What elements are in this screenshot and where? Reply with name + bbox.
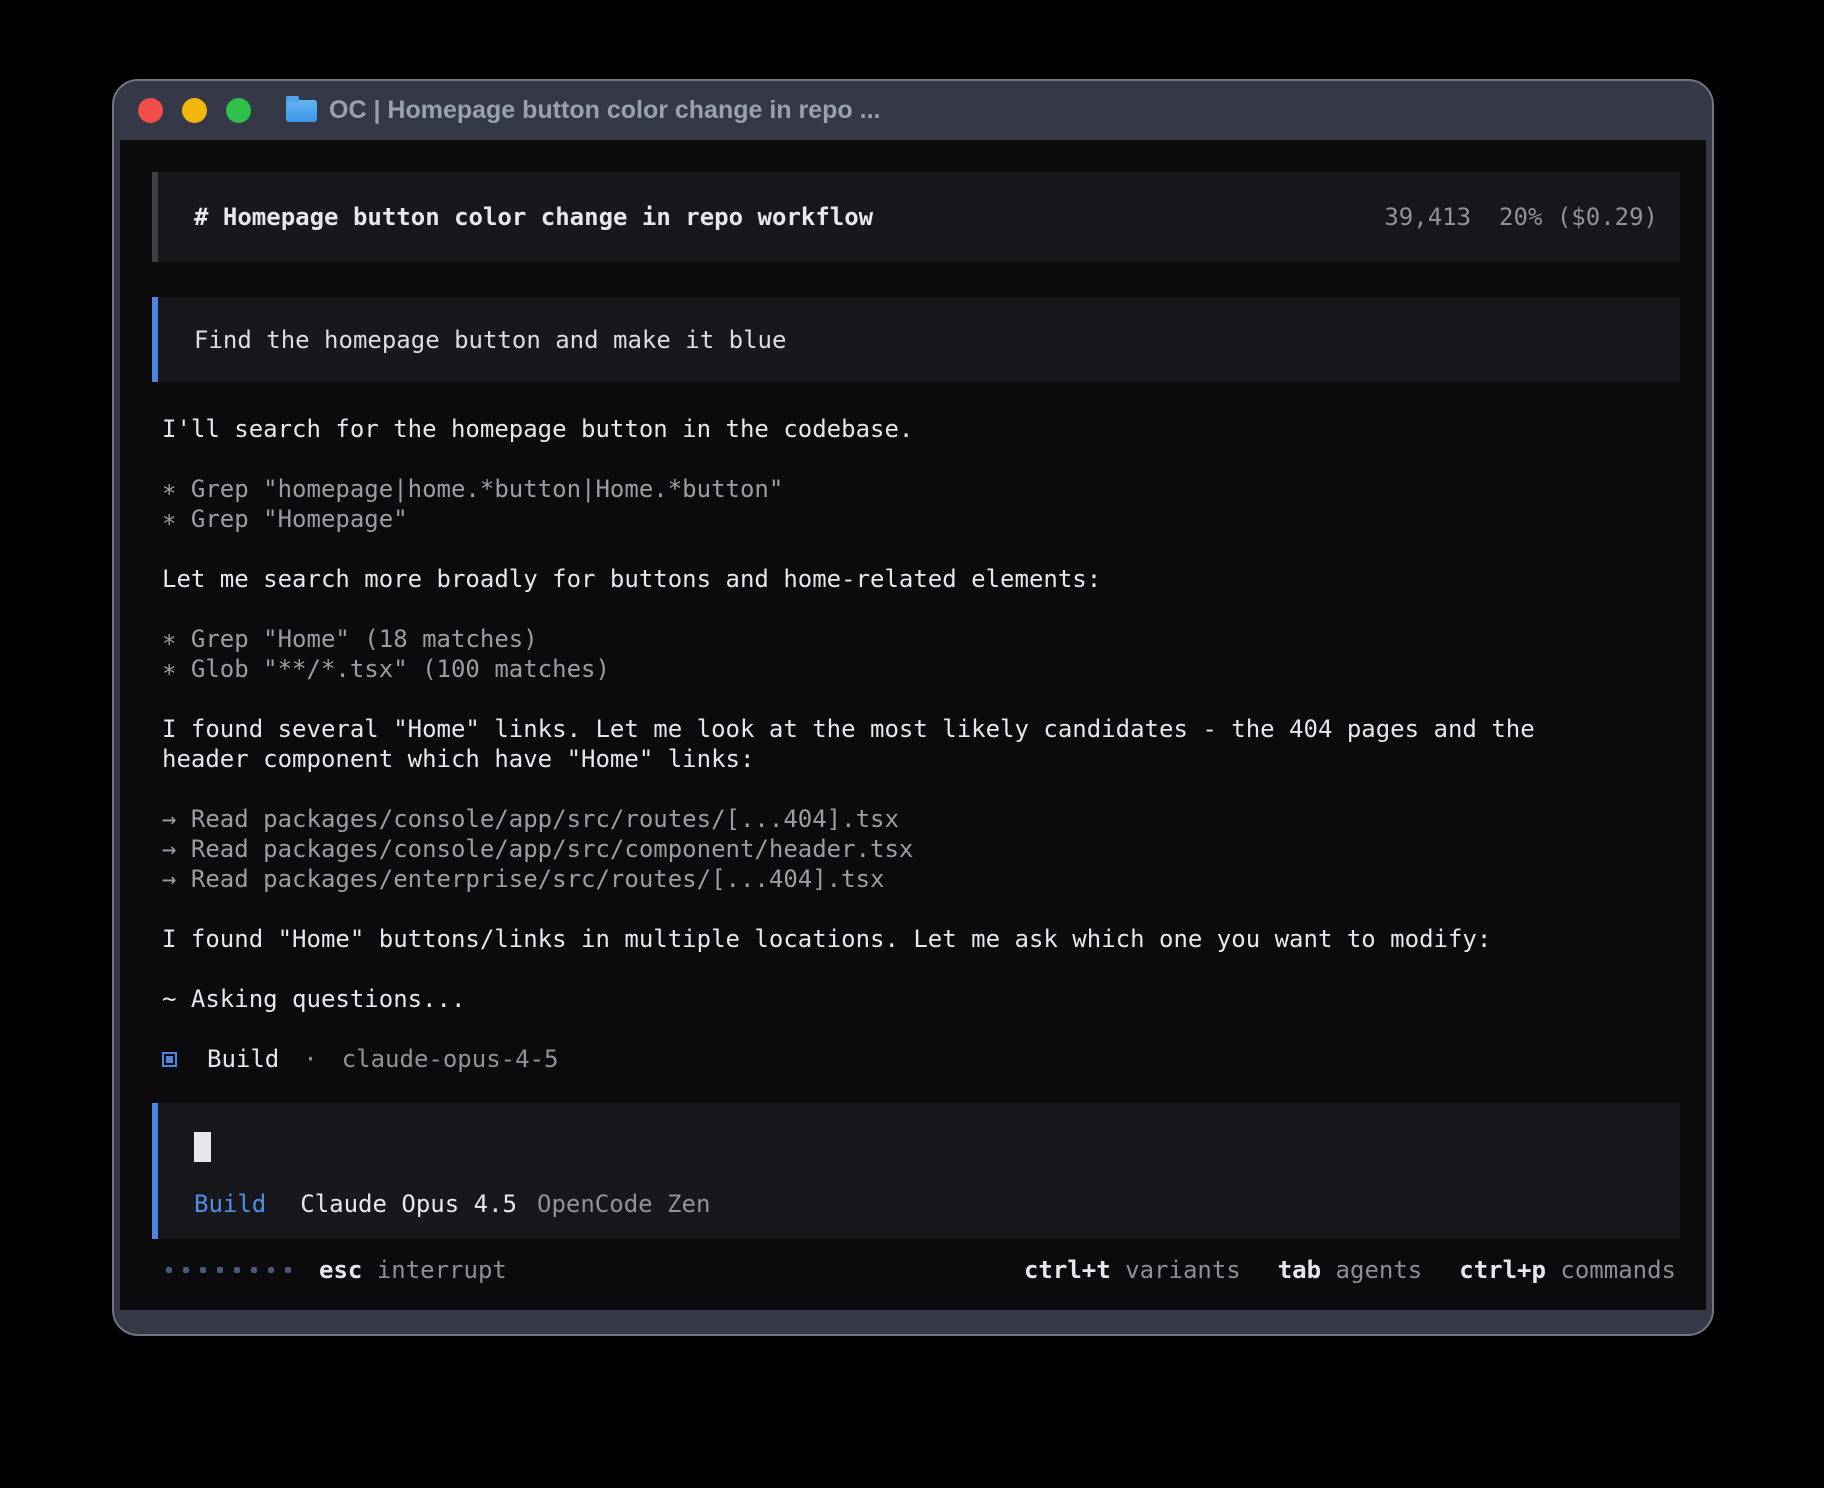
assistant-text-line: I found several "Home" links. Let me loo… <box>152 714 1680 744</box>
traffic-lights <box>138 98 251 123</box>
key-tab: tab <box>1278 1256 1321 1284</box>
hint-interrupt: esc interrupt <box>319 1256 507 1284</box>
input-provider-label: OpenCode Zen <box>537 1190 710 1218</box>
agent-name: Build <box>207 1045 279 1073</box>
token-count: 39,413 <box>1384 203 1471 231</box>
window-titlebar[interactable]: OC | Homepage button color change in rep… <box>120 81 1706 140</box>
user-message: Find the homepage button and make it blu… <box>152 297 1680 382</box>
assistant-text-line: Let me search more broadly for buttons a… <box>152 564 1680 594</box>
model-name: claude-opus-4-5 <box>342 1045 559 1073</box>
prompt-input[interactable]: Build Claude Opus 4.5 OpenCode Zen <box>152 1103 1680 1239</box>
session-header: # Homepage button color change in repo w… <box>152 172 1680 262</box>
session-stats: 39,413 20% ($0.29) <box>1384 203 1658 231</box>
spinner-dots <box>166 1267 291 1273</box>
assistant-text-line: header component which have "Home" links… <box>152 744 1680 774</box>
terminal-content: # Homepage button color change in repo w… <box>120 140 1706 1310</box>
agent-badge: Build · claude-opus-4-5 <box>152 1044 1680 1074</box>
key-ctrl-p: ctrl+p <box>1459 1256 1546 1284</box>
assistant-output: I'll search for the homepage button in t… <box>152 414 1680 1014</box>
minimize-window-button[interactable] <box>182 98 207 123</box>
input-status-bar: Build Claude Opus 4.5 OpenCode Zen <box>194 1190 1644 1218</box>
status-line: ~ Asking questions... <box>152 984 1680 1014</box>
hint-agents: tab agents <box>1278 1256 1423 1284</box>
tool-call-line: ∗ Glob "**/*.tsx" (100 matches) <box>152 654 1680 684</box>
badge-separator: · <box>303 1045 317 1073</box>
tool-call-line: → Read packages/console/app/src/routes/[… <box>152 804 1680 834</box>
terminal-window: OC | Homepage button color change in rep… <box>112 79 1714 1336</box>
shortcut-hints: ctrl+t variants tab agents ctrl+p comman… <box>1024 1256 1680 1284</box>
session-title: # Homepage button color change in repo w… <box>194 203 873 231</box>
hint-commands: ctrl+p commands <box>1459 1256 1676 1284</box>
input-model-label[interactable]: Claude Opus 4.5 <box>300 1190 517 1218</box>
folder-icon <box>286 100 317 122</box>
assistant-text-line: I'll search for the homepage button in t… <box>152 414 1680 444</box>
agent-mode-icon <box>162 1052 177 1067</box>
zoom-window-button[interactable] <box>226 98 251 123</box>
assistant-text-line: I found "Home" buttons/links in multiple… <box>152 924 1680 954</box>
close-window-button[interactable] <box>138 98 163 123</box>
tool-call-line: → Read packages/enterprise/src/routes/[.… <box>152 864 1680 894</box>
input-agent-label[interactable]: Build <box>194 1190 266 1218</box>
tool-call-line: → Read packages/console/app/src/componen… <box>152 834 1680 864</box>
tool-call-line: ∗ Grep "Homepage" <box>152 504 1680 534</box>
hint-variants: ctrl+t variants <box>1024 1256 1241 1284</box>
status-footer: esc interrupt ctrl+t variants tab agents… <box>152 1255 1680 1285</box>
text-cursor <box>194 1132 211 1162</box>
user-message-text: Find the homepage button and make it blu… <box>194 326 786 354</box>
key-ctrl-t: ctrl+t <box>1024 1256 1111 1284</box>
tool-call-line: ∗ Grep "Home" (18 matches) <box>152 624 1680 654</box>
key-esc: esc <box>319 1256 362 1284</box>
context-cost: 20% ($0.29) <box>1499 203 1658 231</box>
window-title: OC | Homepage button color change in rep… <box>329 96 880 125</box>
tool-call-line: ∗ Grep "homepage|home.*button|Home.*butt… <box>152 474 1680 504</box>
